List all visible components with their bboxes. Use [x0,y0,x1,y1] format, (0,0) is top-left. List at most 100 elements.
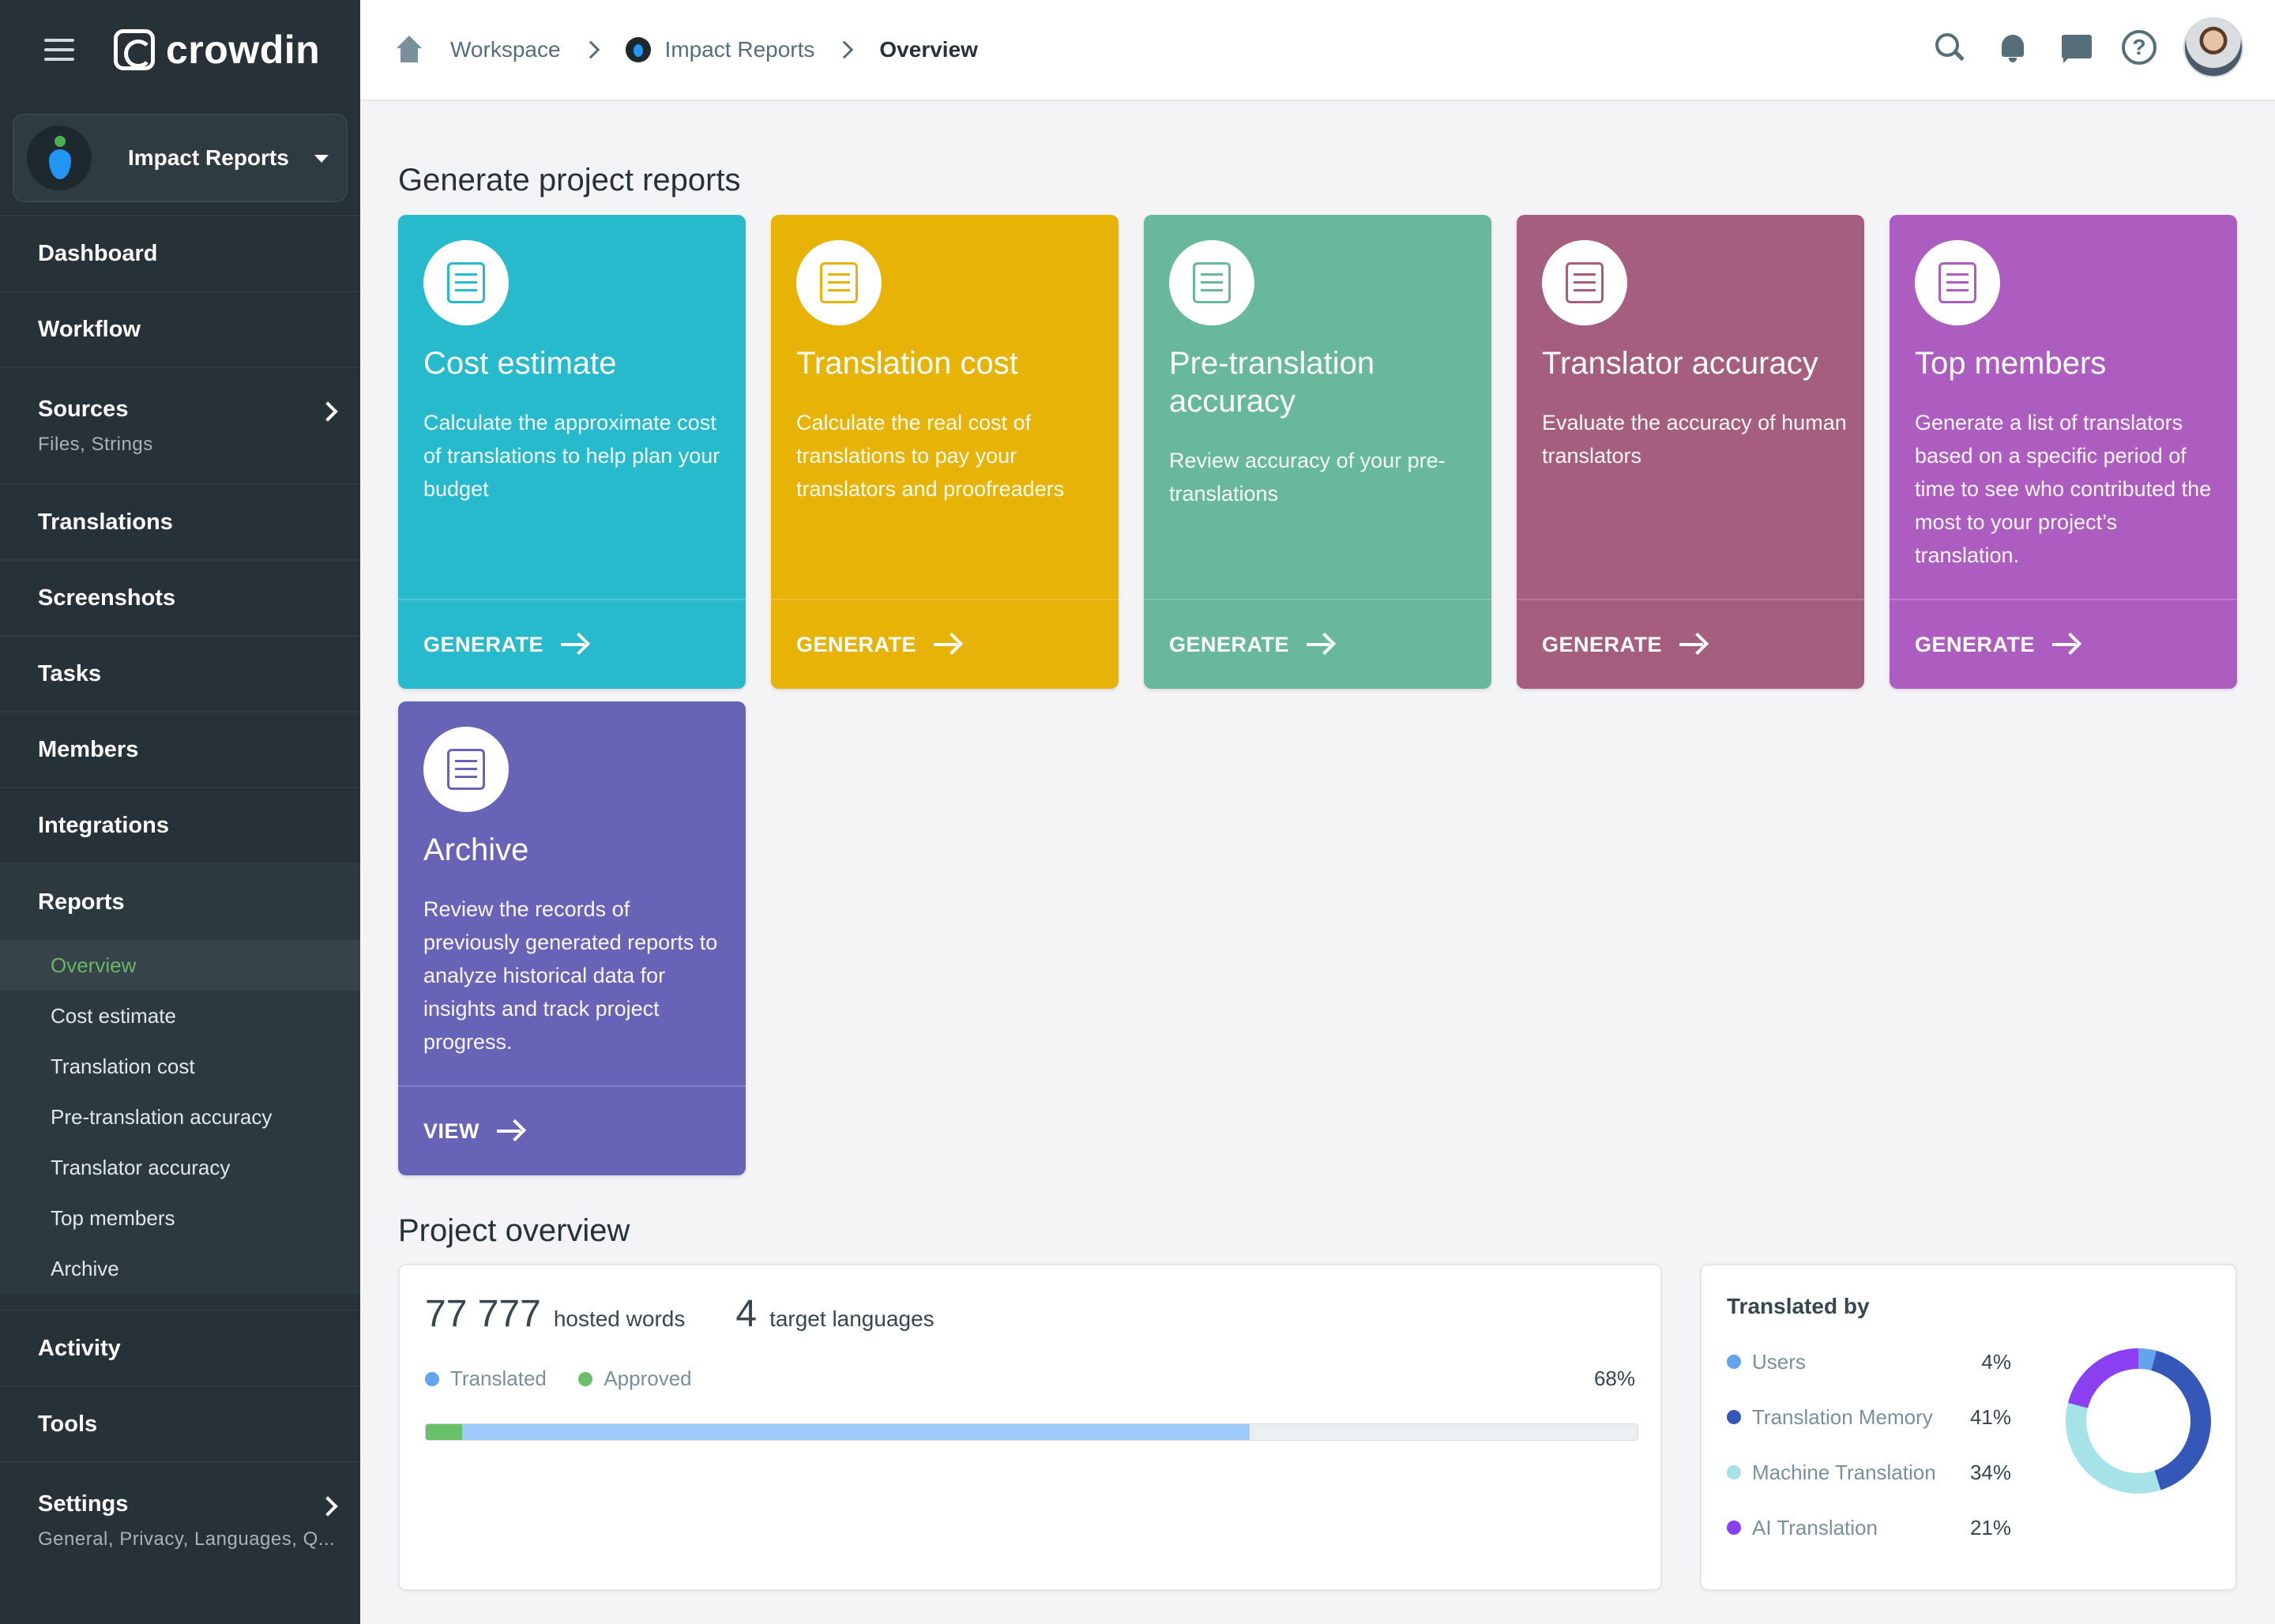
home-icon[interactable] [393,36,425,64]
sidebar-item-screenshots[interactable]: Screenshots [0,559,360,635]
card-description: Review the records of previously generat… [423,897,718,1054]
legend-approved: Approved [604,1366,692,1390]
overview-stats: 77 777 hosted words 4 target languages [425,1292,934,1336]
sidebar-item-activity[interactable]: Activity [0,1310,360,1385]
search-icon[interactable] [1932,30,1967,65]
chat-icon[interactable] [2059,30,2093,65]
sidebar-item-label: Workflow [38,316,141,342]
card-title: Archive [423,833,529,867]
legend-dot-approved [578,1371,593,1386]
legend-dot [1727,1355,1741,1369]
menu-icon[interactable] [44,39,74,61]
translated-by-panel: Translated by Users 4% Translation Memory… [1700,1264,2237,1591]
row-label: AI Translation [1752,1515,1878,1539]
arrow-right-icon [497,1119,524,1143]
report-card-top-members[interactable]: Top members Generate a list of translato… [1890,215,2237,689]
crowdin-logo-icon [114,29,155,70]
sidebar-item-sources[interactable]: Sources Files, Strings [0,367,360,483]
sidebar: crowdin Impact Reports Dashboard Workflo… [0,0,360,1624]
sidebar-subitem-translation-cost[interactable]: Translation cost [0,1041,360,1092]
help-icon[interactable]: ? [2122,30,2157,65]
sidebar-subitem-overview[interactable]: Overview [0,940,360,991]
chevron-right-icon [318,1496,338,1517]
generate-button[interactable]: GENERATE [771,599,1119,689]
hosted-words-label: hosted words [553,1306,686,1331]
sidebar-nav: Dashboard Workflow Sources Files, String… [0,215,360,1578]
generate-button[interactable]: GENERATE [1517,599,1864,689]
donut-slice-translation-memory [2151,1350,2211,1491]
archive-icon [423,727,509,812]
sidebar-item-reports[interactable]: Reports [0,863,360,940]
sidebar-item-label: Dashboard [38,240,158,266]
sidebar-item-integrations[interactable]: Integrations [0,787,360,863]
sidebar-subitem-top-members[interactable]: Top members [0,1193,360,1243]
chevron-right-icon [581,40,600,59]
card-title: Translator accuracy [1542,346,1818,381]
translated-by-title: Translated by [1727,1294,1870,1318]
sidebar-subitem-translator-accuracy[interactable]: Translator accuracy [0,1142,360,1193]
legend-dot [1727,1410,1741,1424]
row-label: Users [1752,1349,1806,1374]
generate-button[interactable]: GENERATE [398,599,746,689]
progress-percent: 68% [1593,1366,1635,1390]
arrow-right-icon [1679,633,1706,656]
translated-by-row-users: Users 4% [1727,1346,2011,1378]
row-percent: 4% [1981,1349,2011,1374]
sidebar-subitem-archive[interactable]: Archive [0,1243,360,1294]
sidebar-item-tools[interactable]: Tools [0,1385,360,1461]
card-title: Cost estimate [423,346,617,381]
breadcrumb-project[interactable]: Impact Reports [665,37,815,62]
card-title: Pre-translation accuracy [1169,346,1375,419]
project-name: Impact Reports [128,145,289,170]
breadcrumb-workspace[interactable]: Workspace [450,37,561,62]
sidebar-item-sublabel: General, Privacy, Languages, Q... [38,1528,336,1550]
target-languages-count: 4 [735,1293,758,1335]
reports-section-title: Generate project reports [398,163,741,197]
calculator-icon [423,240,509,325]
progress-bar-translated [462,1424,1250,1440]
generate-button[interactable]: GENERATE [1144,599,1491,689]
report-card-translation-cost[interactable]: Translation cost Calculate the real cost… [771,215,1119,689]
sidebar-subitem-pre-translation-accuracy[interactable]: Pre-translation accuracy [0,1092,360,1142]
report-card-cost-estimate[interactable]: Cost estimate Calculate the approximate … [398,215,746,689]
card-description: Generate a list of translators based on … [1915,411,2212,567]
view-button[interactable]: VIEW [398,1085,746,1175]
sidebar-item-sublabel: Files, Strings [38,433,153,455]
sidebar-item-workflow[interactable]: Workflow [0,291,360,367]
logo[interactable]: crowdin [114,27,320,73]
project-selector[interactable]: Impact Reports [13,114,348,202]
bell-icon[interactable] [1995,30,2030,65]
sidebar-item-label: Integrations [38,812,169,838]
sidebar-item-label: Sources [38,396,129,422]
sidebar-item-tasks[interactable]: Tasks [0,635,360,711]
avatar[interactable] [2183,17,2243,77]
hosted-words-count: 77 777 [425,1293,541,1335]
legend-dot [1727,1465,1741,1479]
logo-text: crowdin [166,28,321,72]
button-label: GENERATE [796,632,917,656]
sidebar-item-settings[interactable]: Settings General, Privacy, Languages, Q.… [0,1461,360,1578]
chevron-right-icon [836,40,854,59]
sidebar-header: crowdin [0,0,360,100]
sidebar-item-label: Settings [38,1491,129,1517]
report-card-pre-translation-accuracy[interactable]: Pre-translation accuracy Review accuracy… [1144,215,1491,689]
sidebar-item-translations[interactable]: Translations [0,483,360,559]
sidebar-item-dashboard[interactable]: Dashboard [0,215,360,291]
donut-slice-ai-translation [2067,1348,2138,1408]
project-icon [625,37,651,62]
sidebar-item-members[interactable]: Members [0,711,360,787]
generate-button[interactable]: GENERATE [1890,599,2237,689]
breadcrumb: Workspace Impact Reports Overview [393,36,978,64]
sidebar-subitem-cost-estimate[interactable]: Cost estimate [0,991,360,1041]
report-card-archive[interactable]: Archive Review the records of previously… [398,701,746,1175]
row-percent: 34% [1969,1460,2011,1484]
project-overview-panel: 77 777 hosted words 4 target languages T… [398,1264,1662,1591]
sidebar-item-label: Translations [38,509,173,535]
sidebar-item-label: Members [38,736,139,762]
translated-by-row-machine-translation: Machine Translation 34% [1727,1457,2011,1488]
report-card-translator-accuracy[interactable]: Translator accuracy Evaluate the accurac… [1517,215,1864,689]
legend-dot [1727,1521,1741,1535]
row-percent: 21% [1969,1515,2011,1539]
members-icon [1915,240,2000,325]
top-header: Workspace Impact Reports Overview ? [360,0,2275,101]
